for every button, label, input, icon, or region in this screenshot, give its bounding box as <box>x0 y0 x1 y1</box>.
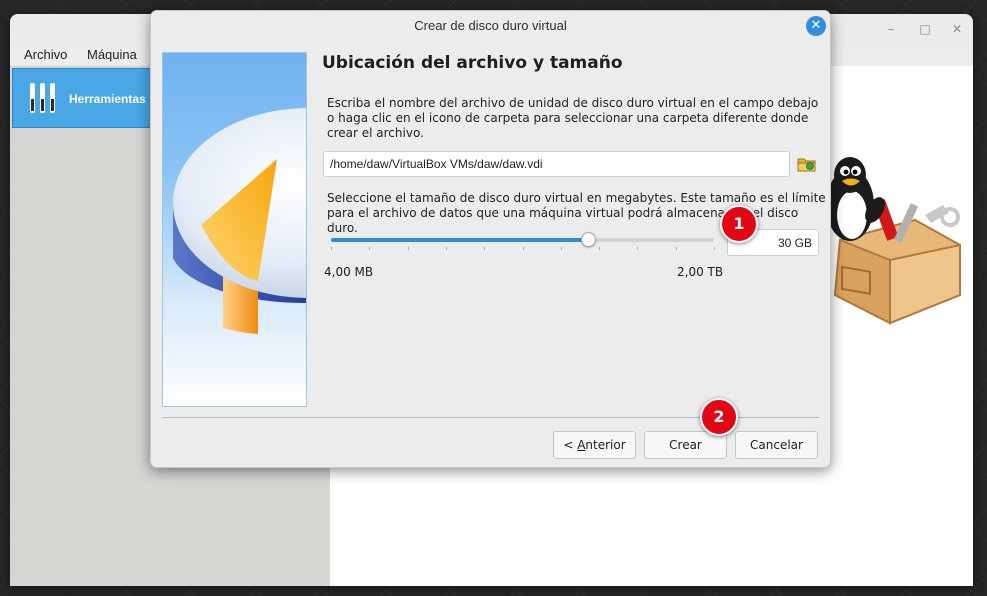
slider-tick <box>484 247 486 250</box>
back-button[interactable]: < Anterior <box>553 431 636 459</box>
page-heading: Ubicación del archivo y tamaño <box>322 53 623 73</box>
menu-maquina[interactable]: Máquina <box>87 47 137 62</box>
maximize-icon[interactable]: □ <box>918 22 932 36</box>
menu-archivo[interactable]: Archivo <box>24 47 67 62</box>
minimize-icon[interactable]: – <box>884 22 898 36</box>
tux-toolbox-illustration <box>826 157 961 325</box>
back-prefix: < <box>563 438 578 452</box>
slider-tick <box>369 247 371 250</box>
slider-tick <box>714 247 715 250</box>
size-slider-ticks <box>331 247 715 251</box>
wizard-disk-image <box>162 52 307 407</box>
disk-illustration-icon <box>173 108 306 334</box>
size-slider-handle[interactable] <box>580 232 596 247</box>
location-description: Escriba el nombre del archivo de unidad … <box>327 96 819 140</box>
folder-icon <box>797 158 816 172</box>
slider-tick <box>560 247 562 250</box>
slider-tick <box>599 247 601 250</box>
close-window-icon[interactable]: ✕ <box>950 22 964 36</box>
dialog-close-icon[interactable]: ✕ <box>806 16 826 36</box>
choose-folder-button[interactable] <box>797 154 817 174</box>
annotation-badge-1: 1 <box>720 205 758 243</box>
size-max-label: 2,00 TB <box>677 265 724 279</box>
tools-label: Herramientas <box>69 92 146 106</box>
back-rest: nterior <box>585 438 626 452</box>
tools-icon <box>30 83 55 113</box>
slider-tick <box>331 247 332 250</box>
size-min-label: 4,00 MB <box>324 265 374 279</box>
slider-tick <box>445 247 447 250</box>
file-path-input[interactable] <box>323 151 790 177</box>
slider-tick <box>522 247 524 250</box>
slider-tick <box>407 247 409 250</box>
annotation-badge-2: 2 <box>700 398 738 436</box>
cancel-button[interactable]: Cancelar <box>735 431 818 459</box>
size-slider[interactable] <box>331 238 714 242</box>
slider-tick <box>675 247 677 250</box>
dialog-title: Crear de disco duro virtual <box>414 18 567 33</box>
size-slider-fill <box>331 238 588 242</box>
slider-tick <box>637 247 639 250</box>
